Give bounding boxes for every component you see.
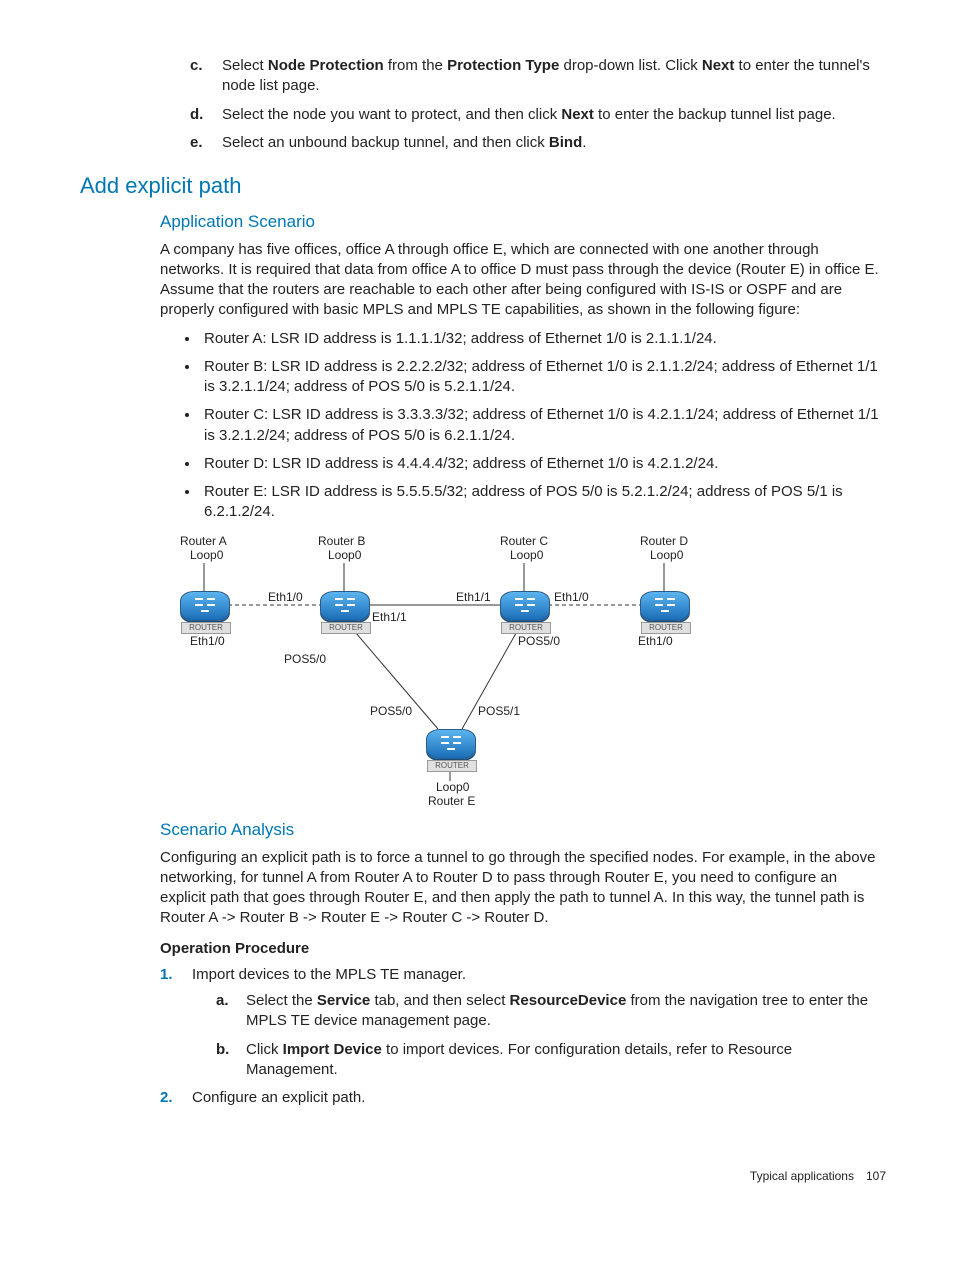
label-eth10-d: Eth1/0 (638, 633, 673, 649)
op-step-2: 2.Configure an explicit path. (160, 1088, 886, 1108)
label-pos50-c: POS5/0 (518, 633, 560, 649)
step-c: c.Select Node Protection from the Protec… (190, 56, 886, 97)
label-pos51-e: POS5/1 (478, 703, 520, 719)
heading-application-scenario: Application Scenario (160, 211, 886, 234)
network-topology-diagram: Router A Loop0 ROUTER Eth1/0 Router B Lo… (160, 533, 700, 809)
label-loop0-c: Loop0 (510, 547, 543, 563)
label-router-e: Router E (428, 793, 475, 809)
label-pos50-e: POS5/0 (370, 703, 412, 719)
router-d-icon: ROUTER (640, 591, 690, 621)
scenario-analysis-text: Configuring an explicit path is to force… (160, 848, 886, 929)
step-e: e.Select an unbound backup tunnel, and t… (190, 133, 886, 153)
router-info-2: Router C: LSR ID address is 3.3.3.3/32; … (200, 405, 886, 446)
router-info-4: Router E: LSR ID address is 5.5.5.5/32; … (200, 482, 886, 523)
label-eth10-c-right: Eth1/0 (554, 589, 589, 605)
label-eth10-a: Eth1/0 (190, 633, 225, 649)
heading-add-explicit-path: Add explicit path (80, 171, 886, 201)
router-address-list: Router A: LSR ID address is 1.1.1.1/32; … (80, 329, 886, 523)
router-b-icon: ROUTER (320, 591, 370, 621)
op-substep-a: a.Select the Service tab, and then selec… (216, 991, 886, 1032)
page-footer: Typical applications 107 (80, 1168, 886, 1184)
router-info-3: Router D: LSR ID address is 4.4.4.4/32; … (200, 454, 886, 474)
heading-operation-procedure: Operation Procedure (160, 939, 886, 959)
router-info-0: Router A: LSR ID address is 1.1.1.1/32; … (200, 329, 886, 349)
router-a-icon: ROUTER (180, 591, 230, 621)
operation-procedure-list: 1.Import devices to the MPLS TE manager.… (80, 965, 886, 1109)
heading-scenario-analysis: Scenario Analysis (160, 819, 886, 842)
label-eth11-b: Eth1/1 (372, 609, 407, 625)
application-scenario-text: A company has five offices, office A thr… (160, 240, 886, 321)
label-eth11-c: Eth1/1 (456, 589, 491, 605)
router-info-1: Router B: LSR ID address is 2.2.2.2/32; … (200, 357, 886, 398)
label-pos50-b: POS5/0 (284, 651, 326, 667)
router-e-icon: ROUTER (426, 729, 476, 759)
step-d: d.Select the node you want to protect, a… (190, 105, 886, 125)
router-c-icon: ROUTER (500, 591, 550, 621)
label-loop0-b: Loop0 (328, 547, 361, 563)
label-loop0-d: Loop0 (650, 547, 683, 563)
label-loop0-a: Loop0 (190, 547, 223, 563)
op-step-1: 1.Import devices to the MPLS TE manager.… (160, 965, 886, 1080)
op-substep-b: b.Click Import Device to import devices.… (216, 1040, 886, 1081)
lettered-steps-cde: c.Select Node Protection from the Protec… (80, 56, 886, 153)
label-eth10-b-left: Eth1/0 (268, 589, 303, 605)
